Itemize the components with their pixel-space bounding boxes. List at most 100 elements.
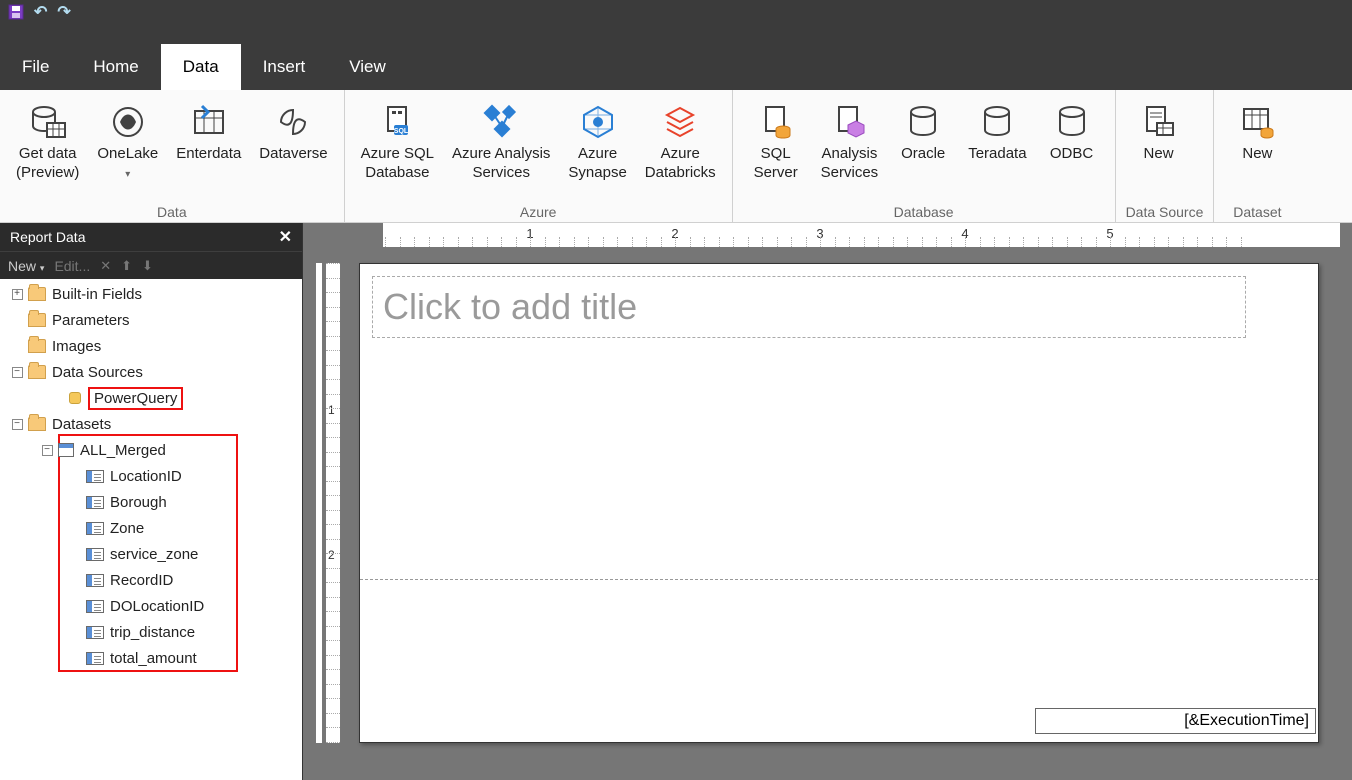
tree-field[interactable]: RecordID (0, 567, 302, 593)
tree-parameters[interactable]: Parameters (0, 307, 302, 333)
get-data-button[interactable]: Get data(Preview) (10, 95, 85, 187)
redo-icon[interactable]: ↷ (57, 2, 70, 22)
ribbon-group-label: Database (743, 204, 1105, 220)
horizontal-ruler: 1 2 3 4 5 (383, 223, 1340, 247)
design-canvas[interactable]: 1 2 3 4 5 1 2 Click to add title [&Execu… (303, 223, 1352, 780)
delete-icon: ✕ (100, 258, 111, 274)
field-icon (86, 652, 104, 665)
panel-header: Report Data ✕ (0, 223, 302, 251)
onelake-icon (110, 99, 146, 145)
field-icon (86, 574, 104, 587)
odbc-button[interactable]: ODBC (1039, 95, 1105, 168)
datasource-icon (68, 390, 82, 406)
azure-sql-button[interactable]: SQL Azure SQLDatabase (355, 95, 440, 187)
ribbon-group-label: Azure (355, 204, 722, 220)
folder-icon (28, 339, 46, 353)
title-placeholder: Click to add title (383, 286, 637, 328)
database-grid-icon (29, 99, 67, 145)
page-section-separator (360, 579, 1318, 580)
azure-databricks-button[interactable]: AzureDatabricks (639, 95, 722, 187)
execution-time-textbox[interactable]: [&ExecutionTime] (1035, 708, 1316, 734)
tree-field[interactable]: Borough (0, 489, 302, 515)
tree-dataset-allmerged[interactable]: −ALL_Merged (0, 437, 302, 463)
new-dataset-button[interactable]: New (1224, 95, 1290, 168)
azure-synapse-button[interactable]: AzureSynapse (562, 95, 632, 187)
onelake-button[interactable]: OneLake▾ (91, 95, 164, 187)
folder-open-icon (28, 417, 46, 431)
edit-menu: Edit... (54, 258, 90, 274)
tab-home[interactable]: Home (71, 44, 160, 90)
field-icon (86, 626, 104, 639)
tab-insert[interactable]: Insert (241, 44, 328, 90)
report-data-panel: Report Data ✕ New ▾ Edit... ✕ ⬆ ⬇ +Built… (0, 223, 303, 780)
folder-open-icon (28, 365, 46, 379)
ribbon-group-label: Data (10, 204, 334, 220)
datasource-new-icon (1141, 99, 1177, 145)
ribbon-group-label: Dataset (1224, 204, 1290, 220)
field-icon (86, 470, 104, 483)
panel-tools: New ▾ Edit... ✕ ⬆ ⬇ (0, 251, 302, 279)
tree-datasource-powerquery[interactable]: PowerQuery (0, 385, 302, 411)
ribbon-group-label: Data Source (1126, 204, 1204, 220)
dataverse-button[interactable]: Dataverse (253, 95, 333, 168)
ribbon: Get data(Preview) OneLake▾ Enterdata Dat… (0, 90, 1352, 223)
folder-icon (28, 313, 46, 327)
tree-field[interactable]: total_amount (0, 645, 302, 671)
quick-access-toolbar: ↶ ↷ (0, 0, 1352, 24)
ribbon-group-data: Get data(Preview) OneLake▾ Enterdata Dat… (0, 90, 345, 222)
tab-view[interactable]: View (327, 44, 408, 90)
field-icon (86, 548, 104, 561)
analysis-cube-icon (831, 99, 867, 145)
panel-title: Report Data (10, 229, 85, 245)
move-up-icon: ⬆ (121, 258, 132, 274)
table-icon (58, 443, 74, 457)
ribbon-group-datasource: New Data Source (1116, 90, 1215, 222)
tab-file[interactable]: File (0, 44, 71, 90)
new-datasource-button[interactable]: New (1126, 95, 1192, 168)
tab-data[interactable]: Data (161, 44, 241, 90)
teradata-button[interactable]: Teradata (962, 95, 1032, 168)
save-icon[interactable] (8, 4, 24, 20)
dataset-new-icon (1239, 99, 1275, 145)
azure-cube-graph-icon (482, 99, 520, 145)
db-cylinder-icon (907, 99, 939, 145)
tree-field[interactable]: LocationID (0, 463, 302, 489)
oracle-button[interactable]: Oracle (890, 95, 956, 168)
tree: +Built-in Fields Parameters Images −Data… (0, 279, 302, 780)
databricks-icon (661, 99, 699, 145)
ribbon-group-database: SQLServer AnalysisServices Oracle Terada… (733, 90, 1116, 222)
tree-field[interactable]: Zone (0, 515, 302, 541)
dataverse-icon (275, 99, 311, 145)
sql-server-button[interactable]: SQLServer (743, 95, 809, 187)
sql-server-icon (758, 99, 794, 145)
azure-sql-icon: SQL (378, 99, 416, 145)
title-placeholder-box[interactable]: Click to add title (372, 276, 1246, 338)
svg-text:SQL: SQL (394, 128, 409, 135)
tree-builtin[interactable]: +Built-in Fields (0, 281, 302, 307)
menu-strip: File Home Data Insert View (0, 24, 1352, 90)
vertical-ruler-gutter (315, 263, 323, 743)
undo-icon[interactable]: ↶ (34, 2, 47, 22)
field-icon (86, 600, 104, 613)
azure-analysis-button[interactable]: Azure AnalysisServices (446, 95, 556, 187)
vertical-ruler: 1 2 (325, 263, 341, 743)
tree-field[interactable]: DOLocationID (0, 593, 302, 619)
enterdata-button[interactable]: Enterdata (170, 95, 247, 168)
db-cylinder-icon (1056, 99, 1088, 145)
execution-time-expr: [&ExecutionTime] (1184, 712, 1309, 730)
ribbon-group-dataset: New Dataset (1214, 90, 1300, 222)
ribbon-group-azure: SQL Azure SQLDatabase Azure AnalysisServ… (345, 90, 733, 222)
field-icon (86, 496, 104, 509)
tree-images[interactable]: Images (0, 333, 302, 359)
analysis-services-button[interactable]: AnalysisServices (815, 95, 885, 187)
tree-field[interactable]: trip_distance (0, 619, 302, 645)
new-menu[interactable]: New ▾ (8, 258, 44, 274)
synapse-icon (579, 99, 617, 145)
close-icon[interactable]: ✕ (279, 227, 292, 247)
tree-field[interactable]: service_zone (0, 541, 302, 567)
report-page[interactable]: Click to add title [&ExecutionTime] (359, 263, 1319, 743)
enterdata-icon (190, 99, 228, 145)
tree-datasets[interactable]: −Datasets (0, 411, 302, 437)
tree-datasources[interactable]: −Data Sources (0, 359, 302, 385)
db-cylinder-icon (981, 99, 1013, 145)
